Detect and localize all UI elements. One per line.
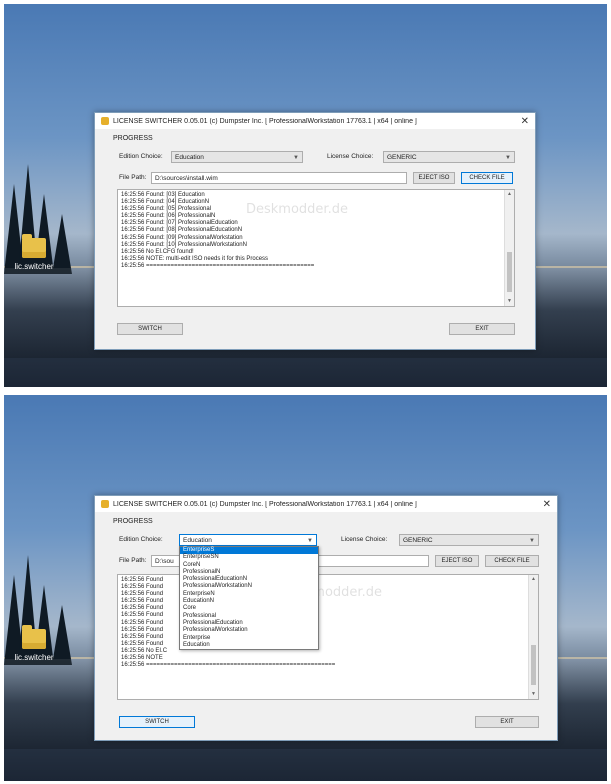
log-line: 16:25:56 NOTE <box>121 655 163 662</box>
progress-group-label: PROGRESS <box>113 518 153 525</box>
title-bar: LICENSE SWITCHER 0.05.01 (c) Dumpster In… <box>95 496 557 512</box>
log-scrollbar[interactable]: ▲ ▼ <box>528 575 538 699</box>
chevron-down-icon: ▼ <box>293 155 299 161</box>
license-choice-label: License Choice: <box>341 536 388 543</box>
scroll-down-icon[interactable]: ▼ <box>529 690 538 699</box>
edition-choice-label: Edition Choice: <box>119 536 163 543</box>
log-line: 16:25:56 Found: [03] Education <box>121 192 205 198</box>
exit-button[interactable]: EXIT <box>475 716 539 728</box>
log-output[interactable]: 16:25:56 Found: [03] Education 16:25:56 F… <box>117 189 515 307</box>
exit-button[interactable]: EXIT <box>449 323 515 335</box>
log-line: 16:25:56 ===============================… <box>121 262 315 269</box>
scroll-up-icon[interactable]: ▲ <box>505 190 514 199</box>
desktop-icon-lic-switcher[interactable]: lic.switcher <box>6 234 62 271</box>
edition-choice-select[interactable]: Education ▼ <box>171 151 303 163</box>
eject-iso-button[interactable]: EJECT ISO <box>413 172 455 184</box>
dropdown-option[interactable]: EnterpriseSN <box>180 554 318 561</box>
eject-iso-button[interactable]: EJECT ISO <box>435 555 479 567</box>
progress-group-label: PROGRESS <box>113 135 153 142</box>
edition-choice-value: Education <box>175 154 204 161</box>
edition-dropdown-list[interactable]: EnterpriseS EnterpriseSN CoreN Professional… <box>179 546 319 651</box>
edition-choice-value: Education <box>183 537 212 544</box>
dropdown-option[interactable]: EnterpriseS <box>180 547 318 555</box>
dropdown-option[interactable]: Education <box>180 642 318 649</box>
check-file-button[interactable]: CHECK FILE <box>461 172 513 184</box>
edition-choice-label: Edition Choice: <box>119 153 163 160</box>
dropdown-option[interactable]: Enterprise <box>180 635 318 642</box>
window-title: LICENSE SWITCHER 0.05.01 (c) Dumpster In… <box>113 117 417 125</box>
close-icon[interactable]: ✕ <box>521 116 529 127</box>
chevron-down-icon: ▼ <box>505 155 511 161</box>
dropdown-option[interactable]: Professional <box>180 613 318 620</box>
dropdown-option[interactable]: ProfessionalEducationN <box>180 576 318 583</box>
screenshot-panel-top: lic.switcher LICENSE SWITCHER 0.05.01 (c… <box>4 4 607 387</box>
switch-button[interactable]: SWITCH <box>117 323 183 335</box>
desktop-icon-label: lic.switcher <box>14 262 54 271</box>
dropdown-option[interactable]: Core <box>180 605 318 612</box>
folder-icon <box>22 625 46 649</box>
scrollbar-thumb[interactable] <box>531 645 536 685</box>
scrollbar-thumb[interactable] <box>507 252 512 292</box>
scroll-up-icon[interactable]: ▲ <box>529 575 538 584</box>
check-file-button[interactable]: CHECK FILE <box>485 555 539 567</box>
dropdown-option[interactable]: ProfessionalWorkstationN <box>180 583 318 590</box>
dropdown-option[interactable]: ProfessionalN <box>180 569 318 576</box>
log-line: 16:25:56 No EI.CFG found! <box>121 248 194 255</box>
log-line: 16:25:56 Found: [10] ProfessionalWorksta… <box>121 241 247 248</box>
window-title: LICENSE SWITCHER 0.05.01 (c) Dumpster In… <box>113 500 417 508</box>
license-choice-value: GENERIC <box>403 537 433 544</box>
close-icon[interactable]: ✕ <box>543 499 551 510</box>
log-line: 16:25:56 Found: [07] ProfessionalEducati… <box>121 220 238 227</box>
watermark: Deskmodder.de <box>246 202 348 217</box>
log-line: 16:25:56 ===============================… <box>121 662 336 669</box>
license-choice-select[interactable]: GENERIC ▼ <box>399 534 539 546</box>
file-path-label: File Path: <box>119 174 147 181</box>
app-icon <box>101 500 109 508</box>
license-choice-value: GENERIC <box>387 154 417 161</box>
title-bar: LICENSE SWITCHER 0.05.01 (c) Dumpster In… <box>95 113 535 129</box>
file-path-input[interactable]: D:\sources\install.wim <box>151 172 407 184</box>
log-line: 16:25:56 Found: [09] ProfessionalWorksta… <box>121 234 243 241</box>
dropdown-option[interactable]: EducationN <box>180 598 318 605</box>
file-path-label: File Path: <box>119 557 147 564</box>
log-line: 16:25:56 NOTE: multi-edit ISO needs it f… <box>121 255 269 262</box>
desktop-icon-lic-switcher[interactable]: lic.switcher <box>6 625 62 662</box>
chevron-down-icon: ▼ <box>529 538 535 544</box>
license-choice-label: License Choice: <box>327 153 374 160</box>
app-icon <box>101 117 109 125</box>
dropdown-option[interactable]: CoreN <box>180 562 318 569</box>
license-switcher-window: LICENSE SWITCHER 0.05.01 (c) Dumpster In… <box>94 112 536 350</box>
folder-icon <box>22 234 46 258</box>
screenshot-panel-bottom: lic.switcher LICENSE SWITCHER 0.05.01 (c… <box>4 395 607 781</box>
license-choice-select[interactable]: GENERIC ▼ <box>383 151 515 163</box>
edition-choice-select[interactable]: Education ▼ <box>179 534 317 546</box>
switch-button[interactable]: SWITCH <box>119 716 195 728</box>
log-scrollbar[interactable]: ▲ ▼ <box>504 190 514 306</box>
dropdown-option[interactable]: EnterpriseN <box>180 591 318 598</box>
log-line: 16:25:56 Found: [08] ProfessionalEducati… <box>121 227 243 234</box>
scroll-down-icon[interactable]: ▼ <box>505 297 514 306</box>
desktop-icon-label: lic.switcher <box>14 653 54 662</box>
license-switcher-window: LICENSE SWITCHER 0.05.01 (c) Dumpster In… <box>94 495 558 741</box>
dropdown-option[interactable]: ProfessionalWorkstation <box>180 627 318 634</box>
dropdown-option[interactable]: ProfessionalEducation <box>180 620 318 627</box>
